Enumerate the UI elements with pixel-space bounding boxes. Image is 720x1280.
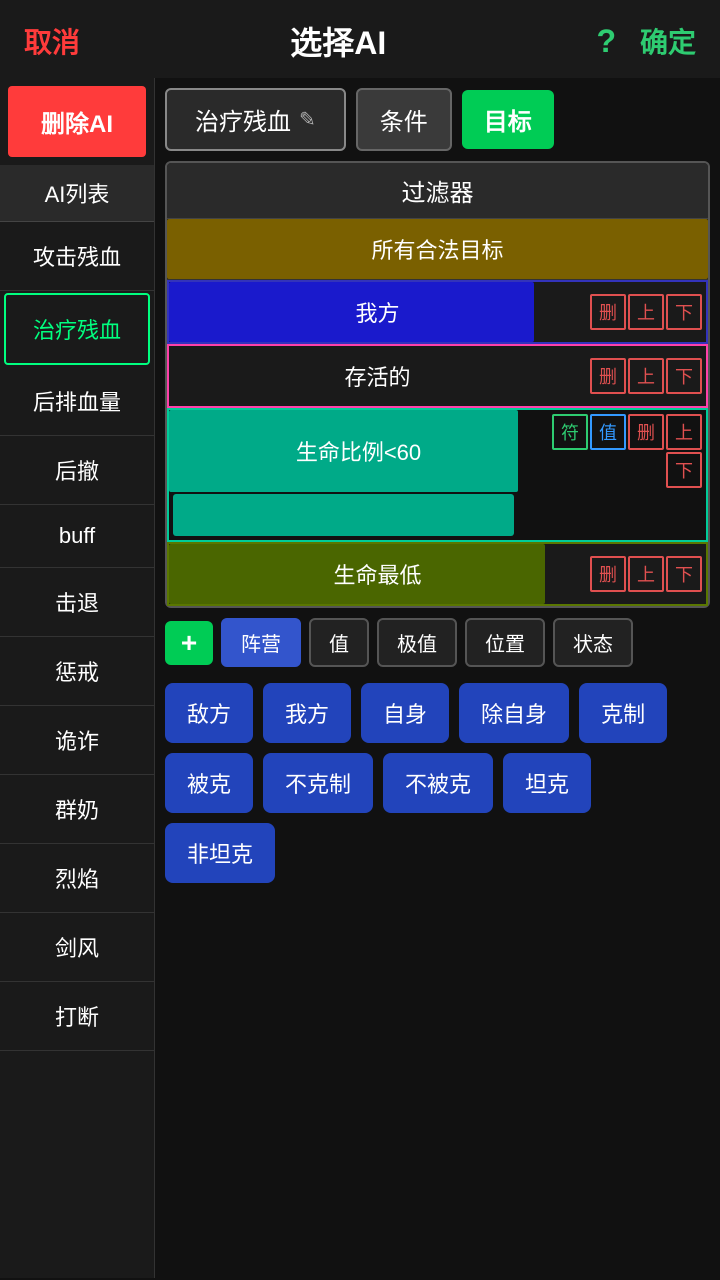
down-hp60-btn[interactable]: 下: [666, 452, 702, 488]
help-button[interactable]: ?: [596, 23, 616, 60]
sidebar-item-attack-hp[interactable]: 攻击残血: [0, 222, 154, 291]
cancel-button[interactable]: 取消: [24, 21, 80, 61]
filter-tab-val[interactable]: 值: [309, 618, 369, 667]
filter-tab-camp[interactable]: 阵营: [221, 618, 301, 667]
up-alive-btn[interactable]: 上: [628, 358, 664, 394]
filter-box: 过滤器 所有合法目标 我方 删 上 下 存活的: [165, 161, 710, 608]
confirm-button[interactable]: 确定: [640, 21, 696, 61]
right-panel: 治疗残血 ✎ 条件 目标 过滤器 所有合法目标 我方 删 上 下: [155, 78, 720, 1278]
header-right: ? 确定: [596, 21, 696, 61]
filter-row-ally: 我方 删 上 下: [167, 280, 708, 344]
main-layout: 删除AI AI列表 攻击残血 治疗残血 后排血量 后撤 buff 击退 惩戒 诡…: [0, 78, 720, 1278]
delete-ally-btn[interactable]: 删: [590, 294, 626, 330]
camp-btn-not-self[interactable]: 除自身: [459, 683, 569, 743]
ai-list-header: AI列表: [0, 165, 154, 222]
camp-btn-tank[interactable]: 坦克: [503, 753, 591, 813]
header: 取消 选择AI ? 确定: [0, 0, 720, 78]
filter-label-all-targets: 所有合法目标: [167, 219, 708, 279]
up-hp60-btn[interactable]: 上: [666, 414, 702, 450]
top-bar: 治疗残血 ✎ 条件 目标: [165, 88, 710, 151]
tab-target[interactable]: 目标: [462, 90, 554, 149]
sidebar-item-heal-hp[interactable]: 治疗残血: [4, 293, 150, 365]
camp-btn-self[interactable]: 自身: [361, 683, 449, 743]
edit-icon: ✎: [299, 107, 316, 132]
sidebar-item-group-heal[interactable]: 群奶: [0, 775, 154, 844]
sidebar: 删除AI AI列表 攻击残血 治疗残血 后排血量 后撤 buff 击退 惩戒 诡…: [0, 78, 155, 1278]
down-ally-btn[interactable]: 下: [666, 294, 702, 330]
camp-btn-be-countered[interactable]: 被克: [165, 753, 253, 813]
camp-btn-no-counter[interactable]: 不克制: [263, 753, 373, 813]
sidebar-item-back-bleed[interactable]: 后排血量: [0, 367, 154, 436]
page-title: 选择AI: [290, 18, 386, 64]
val-hp60-btn[interactable]: 值: [590, 414, 626, 450]
camp-btn-ally[interactable]: 我方: [263, 683, 351, 743]
delete-ai-button[interactable]: 删除AI: [8, 86, 146, 157]
tab-main[interactable]: 治疗残血 ✎: [165, 88, 346, 151]
delete-hp60-btn[interactable]: 删: [628, 414, 664, 450]
hp60-bar: [173, 494, 514, 536]
camp-btn-not-tank[interactable]: 非坦克: [165, 823, 275, 883]
sidebar-item-interrupt[interactable]: 打断: [0, 982, 154, 1051]
filter-actions-hp60: 符 值 删 上 下: [548, 410, 706, 492]
add-filter-button[interactable]: +: [165, 621, 213, 665]
filter-row-hp60-wrapper: 生命比例<60 符 值 删 上 下: [167, 408, 708, 542]
sym-hp60-btn[interactable]: 符: [552, 414, 588, 450]
filter-tab-status[interactable]: 状态: [553, 618, 633, 667]
delete-hplow-btn[interactable]: 删: [590, 556, 626, 592]
down-hplow-btn[interactable]: 下: [666, 556, 702, 592]
up-hplow-btn[interactable]: 上: [628, 556, 664, 592]
filter-actions-alive: 删 上 下: [586, 346, 706, 406]
filter-actions-hplow: 删 上 下: [586, 544, 706, 604]
tab-main-label: 治疗残血: [195, 102, 291, 137]
camp-options: 敌方 我方 自身 除自身 克制 被克 不克制 不被克 坦克 非坦克: [165, 677, 710, 889]
camp-btn-enemy[interactable]: 敌方: [165, 683, 253, 743]
sidebar-item-punish[interactable]: 惩戒: [0, 637, 154, 706]
filter-label-alive: 存活的: [169, 346, 586, 406]
filter-row-alive: 存活的 删 上 下: [167, 344, 708, 408]
filter-label-hplow: 生命最低: [169, 544, 586, 604]
filter-row-all-targets: 所有合法目标: [167, 219, 708, 280]
filter-tab-extreme[interactable]: 极值: [377, 618, 457, 667]
sidebar-item-retreat[interactable]: 后撤: [0, 436, 154, 505]
camp-btn-counter[interactable]: 克制: [579, 683, 667, 743]
filter-tabs-row: + 阵营 值 极值 位置 状态: [165, 618, 710, 667]
sidebar-item-buff[interactable]: buff: [0, 505, 154, 568]
down-alive-btn[interactable]: 下: [666, 358, 702, 394]
filter-title: 过滤器: [167, 163, 708, 219]
filter-label-ally: 我方: [169, 282, 586, 342]
sidebar-item-deceit[interactable]: 诡诈: [0, 706, 154, 775]
filter-actions-ally: 删 上 下: [586, 282, 706, 342]
camp-btn-no-be-countered[interactable]: 不被克: [383, 753, 493, 813]
sidebar-item-flame[interactable]: 烈焰: [0, 844, 154, 913]
sidebar-item-knockback[interactable]: 击退: [0, 568, 154, 637]
sidebar-item-sword-wind[interactable]: 剑风: [0, 913, 154, 982]
delete-alive-btn[interactable]: 删: [590, 358, 626, 394]
up-ally-btn[interactable]: 上: [628, 294, 664, 330]
tab-condition[interactable]: 条件: [356, 88, 452, 151]
filter-tab-pos[interactable]: 位置: [465, 618, 545, 667]
filter-label-hp60: 生命比例<60: [169, 421, 548, 481]
filter-row-hplow: 生命最低 删 上 下: [167, 542, 708, 606]
